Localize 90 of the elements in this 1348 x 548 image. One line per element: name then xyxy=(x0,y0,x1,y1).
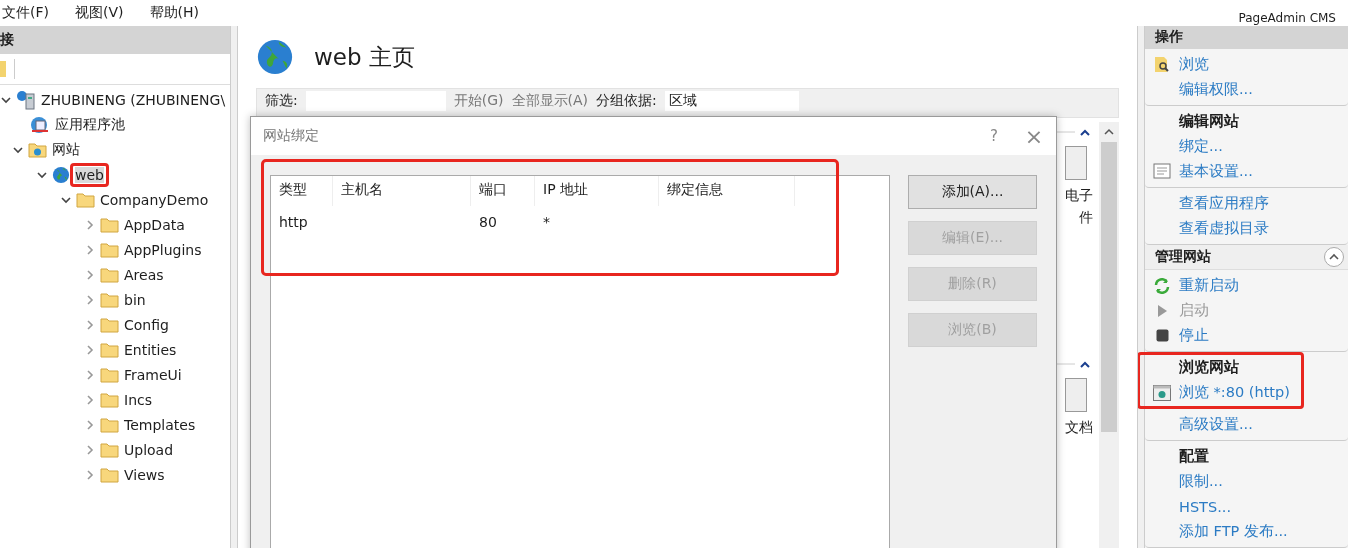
action-link[interactable]: 基本设置... xyxy=(1179,161,1253,181)
browser-window-icon xyxy=(1153,384,1171,401)
group-by-label: 分组依据: xyxy=(596,91,657,109)
action-link[interactable]: 绑定... xyxy=(1179,136,1223,156)
group-title: 编辑网站 xyxy=(1179,111,1239,131)
section-title: 管理网站 xyxy=(1155,247,1211,266)
folder-icon xyxy=(76,191,95,208)
dialog-title: 网站绑定 xyxy=(263,127,319,145)
tree-item[interactable]: web xyxy=(70,162,109,187)
settings-page-icon xyxy=(1153,162,1171,181)
feature-label: 文档 xyxy=(1065,418,1093,437)
dialog-button[interactable]: 添加(A)... xyxy=(908,175,1037,209)
table-cell-text: http xyxy=(278,213,309,232)
tree-item[interactable]: CompanyDemo xyxy=(95,187,214,212)
scrollbar[interactable] xyxy=(1099,122,1119,548)
help-button[interactable]: ? xyxy=(974,126,1014,146)
tree-item[interactable]: AppData xyxy=(119,212,190,237)
tree-item[interactable]: Incs xyxy=(119,387,157,412)
folder-icon xyxy=(100,291,119,308)
feature-label: 件 xyxy=(1079,208,1093,227)
action-link[interactable]: 停止 xyxy=(1179,326,1209,345)
globe-icon xyxy=(256,38,294,76)
app-pool-icon xyxy=(30,114,50,135)
action-link[interactable]: HSTS... xyxy=(1179,498,1231,515)
folder-icon xyxy=(100,241,119,258)
tree-item[interactable]: bin xyxy=(119,287,151,312)
feature-icon[interactable] xyxy=(1065,146,1087,180)
menu-item[interactable]: 文件(F) xyxy=(2,4,49,22)
column-header[interactable]: 绑定信息 xyxy=(659,176,795,206)
tree-item[interactable]: Areas xyxy=(119,262,169,287)
tree-item[interactable]: Views xyxy=(119,462,170,487)
action-link[interactable]: 查看虚拟目录 xyxy=(1179,218,1269,238)
folder-icon xyxy=(100,441,119,458)
folder-icon xyxy=(100,416,119,433)
server-icon xyxy=(16,89,36,110)
collapse-button[interactable] xyxy=(1324,246,1344,267)
folder-icon xyxy=(100,366,119,383)
globe-icon xyxy=(52,165,70,184)
page-title: web 主页 xyxy=(314,42,415,72)
action-link[interactable]: 浏览 xyxy=(1179,54,1209,74)
play-icon xyxy=(1156,303,1168,318)
refresh-icon xyxy=(1154,277,1170,294)
tree-item[interactable]: FrameUi xyxy=(119,362,187,387)
menu-item[interactable]: 帮助(H) xyxy=(149,4,199,22)
filter-field[interactable] xyxy=(305,91,446,111)
go-button[interactable]: 开始(G) xyxy=(453,91,504,109)
tree-item[interactable]: Config xyxy=(119,312,174,337)
folder-search-icon xyxy=(1153,55,1171,74)
stop-icon xyxy=(1155,329,1169,342)
column-header[interactable]: 主机名 xyxy=(333,176,471,206)
folder-icon xyxy=(100,316,119,333)
action-link[interactable]: 编辑权限... xyxy=(1179,79,1253,99)
folder-icon xyxy=(100,466,119,483)
show-all-button[interactable]: 全部显示(A) xyxy=(511,91,588,109)
tree-item[interactable]: AppPlugins xyxy=(119,237,207,262)
action-link[interactable]: 限制... xyxy=(1179,472,1223,491)
tree-item[interactable]: ZHUBINENG (ZHUBINENG\ xyxy=(36,87,231,112)
feature-label: 电子 xyxy=(1065,186,1093,205)
action-link[interactable]: 重新启动 xyxy=(1179,276,1239,295)
panel-title: 接 xyxy=(0,31,14,49)
group-by-dropdown[interactable]: 区域 xyxy=(664,91,799,111)
action-link[interactable]: 高级设置... xyxy=(1179,415,1253,434)
folder-icon xyxy=(100,391,119,408)
column-header[interactable]: 端口 xyxy=(471,176,535,206)
folder-icon xyxy=(100,341,119,358)
brand-text: PageAdmin CMS xyxy=(1238,11,1336,25)
table-cell-text: 80 xyxy=(478,213,498,232)
close-button[interactable]: × xyxy=(1014,122,1054,150)
group-title: 浏览网站 xyxy=(1179,358,1239,377)
column-header[interactable]: 类型 xyxy=(271,176,333,206)
column-header[interactable]: IP 地址 xyxy=(535,176,659,206)
website-folder-icon xyxy=(28,141,47,158)
tree-item[interactable]: 应用程序池 xyxy=(50,111,130,138)
caret-icon xyxy=(1329,252,1339,261)
action-link[interactable]: 添加 FTP 发布... xyxy=(1179,522,1288,541)
folder-icon xyxy=(100,266,119,283)
action-link[interactable]: 浏览 *:80 (http) xyxy=(1179,383,1290,402)
folder-icon xyxy=(100,216,119,233)
tree-item[interactable]: Entities xyxy=(119,337,182,362)
group-title: 配置 xyxy=(1179,447,1209,466)
menu-item[interactable]: 视图(V) xyxy=(75,4,124,22)
feature-icon[interactable] xyxy=(1065,378,1087,412)
tree-item[interactable]: Upload xyxy=(119,437,179,462)
action-link[interactable]: 查看应用程序 xyxy=(1179,193,1269,213)
panel-title: 操作 xyxy=(1155,28,1183,47)
tree-item[interactable]: 网站 xyxy=(47,136,85,163)
tree-item[interactable]: Templates xyxy=(119,412,201,437)
table-cell-text: * xyxy=(542,213,551,232)
filter-label: 筛选: xyxy=(265,91,298,109)
scroll-up-icon[interactable] xyxy=(1104,128,1114,136)
